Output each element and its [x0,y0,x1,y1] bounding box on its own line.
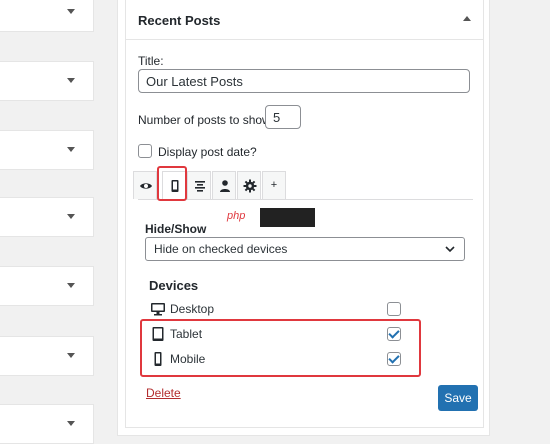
widget-title: Recent Posts [138,13,221,28]
title-input[interactable] [138,69,470,93]
collapsed-widget[interactable] [0,266,94,306]
chevron-down-icon[interactable] [67,147,75,152]
tab-more[interactable]: + [262,171,286,199]
collapsed-widget[interactable] [0,61,94,101]
plus-icon: + [270,179,278,191]
device-label: Desktop [170,302,215,316]
hide-show-value: Hide on checked devices [154,242,288,256]
chevron-down-icon[interactable] [67,283,75,288]
chevron-down-icon[interactable] [67,353,75,358]
tab-user-roles[interactable] [212,171,236,199]
chevron-down-icon[interactable] [67,78,75,83]
devices-tab-highlight [157,166,187,201]
hide-show-label: Hide/Show [145,222,207,236]
devices-heading: Devices [149,278,199,293]
save-button[interactable]: Save [438,385,478,411]
collapsed-widget[interactable] [0,197,94,237]
display-date-checkbox[interactable] [138,144,152,158]
collapsed-widget[interactable] [0,130,94,170]
align-center-icon [195,181,205,192]
chevron-down-icon[interactable] [67,214,75,219]
title-label: Title: [138,54,164,68]
checked-devices-highlight [140,319,421,377]
php-watermark: php [226,208,315,227]
watermark-text: php [227,210,246,222]
posts-count-input[interactable] [265,105,301,129]
user-icon [220,180,230,192]
tab-alignment[interactable] [187,171,211,199]
widget-header[interactable]: Recent Posts [126,0,483,40]
tab-divider [138,199,473,200]
hide-show-select[interactable]: Hide on checked devices [145,237,465,261]
desktop-icon [151,303,165,316]
device-row-desktop: Desktop [150,300,410,320]
chevron-up-icon[interactable] [463,16,471,21]
chevron-down-icon[interactable] [67,421,75,426]
collapsed-widget[interactable] [0,0,94,32]
collapsed-widget[interactable] [0,336,94,376]
chevron-down-icon[interactable] [67,9,75,14]
gear-icon [243,179,257,193]
collapsed-widget[interactable] [0,404,94,444]
collapsed-widget-list [0,0,94,444]
display-date-label: Display post date? [158,145,257,159]
chevron-down-icon [445,246,455,253]
posts-count-label: Number of posts to show: [138,113,275,127]
tab-visibility[interactable] [133,171,157,199]
delete-link[interactable]: Delete [146,386,181,400]
eye-icon [140,183,152,189]
desktop-checkbox[interactable] [387,302,401,316]
tab-settings[interactable] [237,171,261,199]
